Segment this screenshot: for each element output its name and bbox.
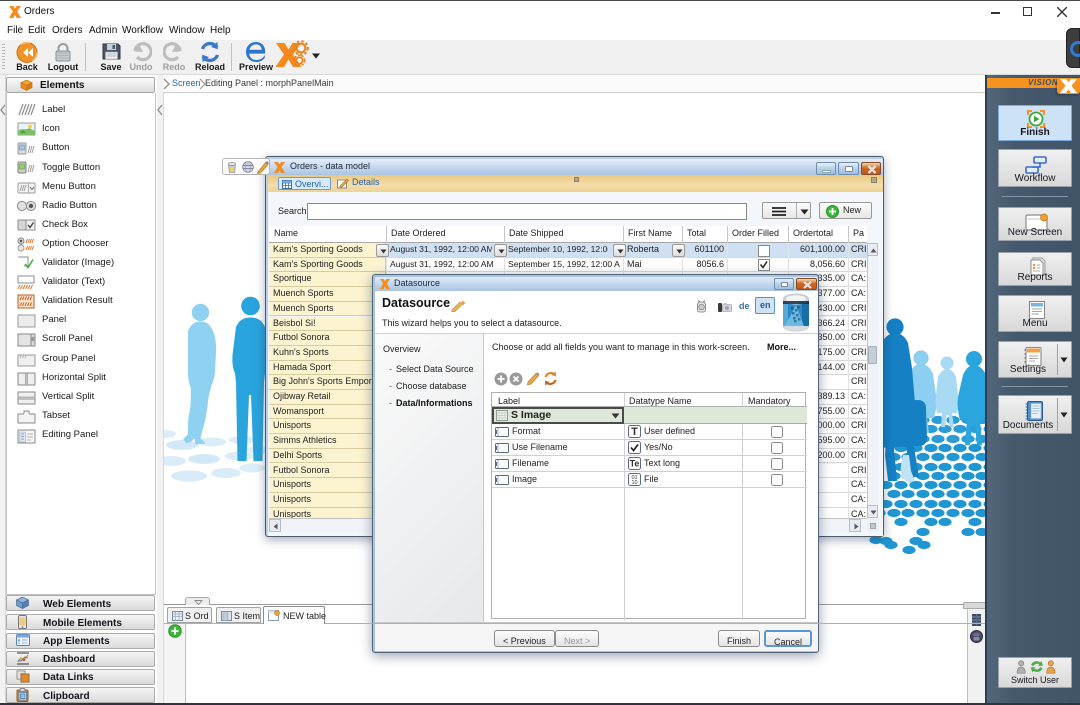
svg-text:10: 10 [631, 480, 637, 486]
svg-text:Te: Te [630, 459, 640, 469]
svg-text:T: T [631, 426, 638, 438]
